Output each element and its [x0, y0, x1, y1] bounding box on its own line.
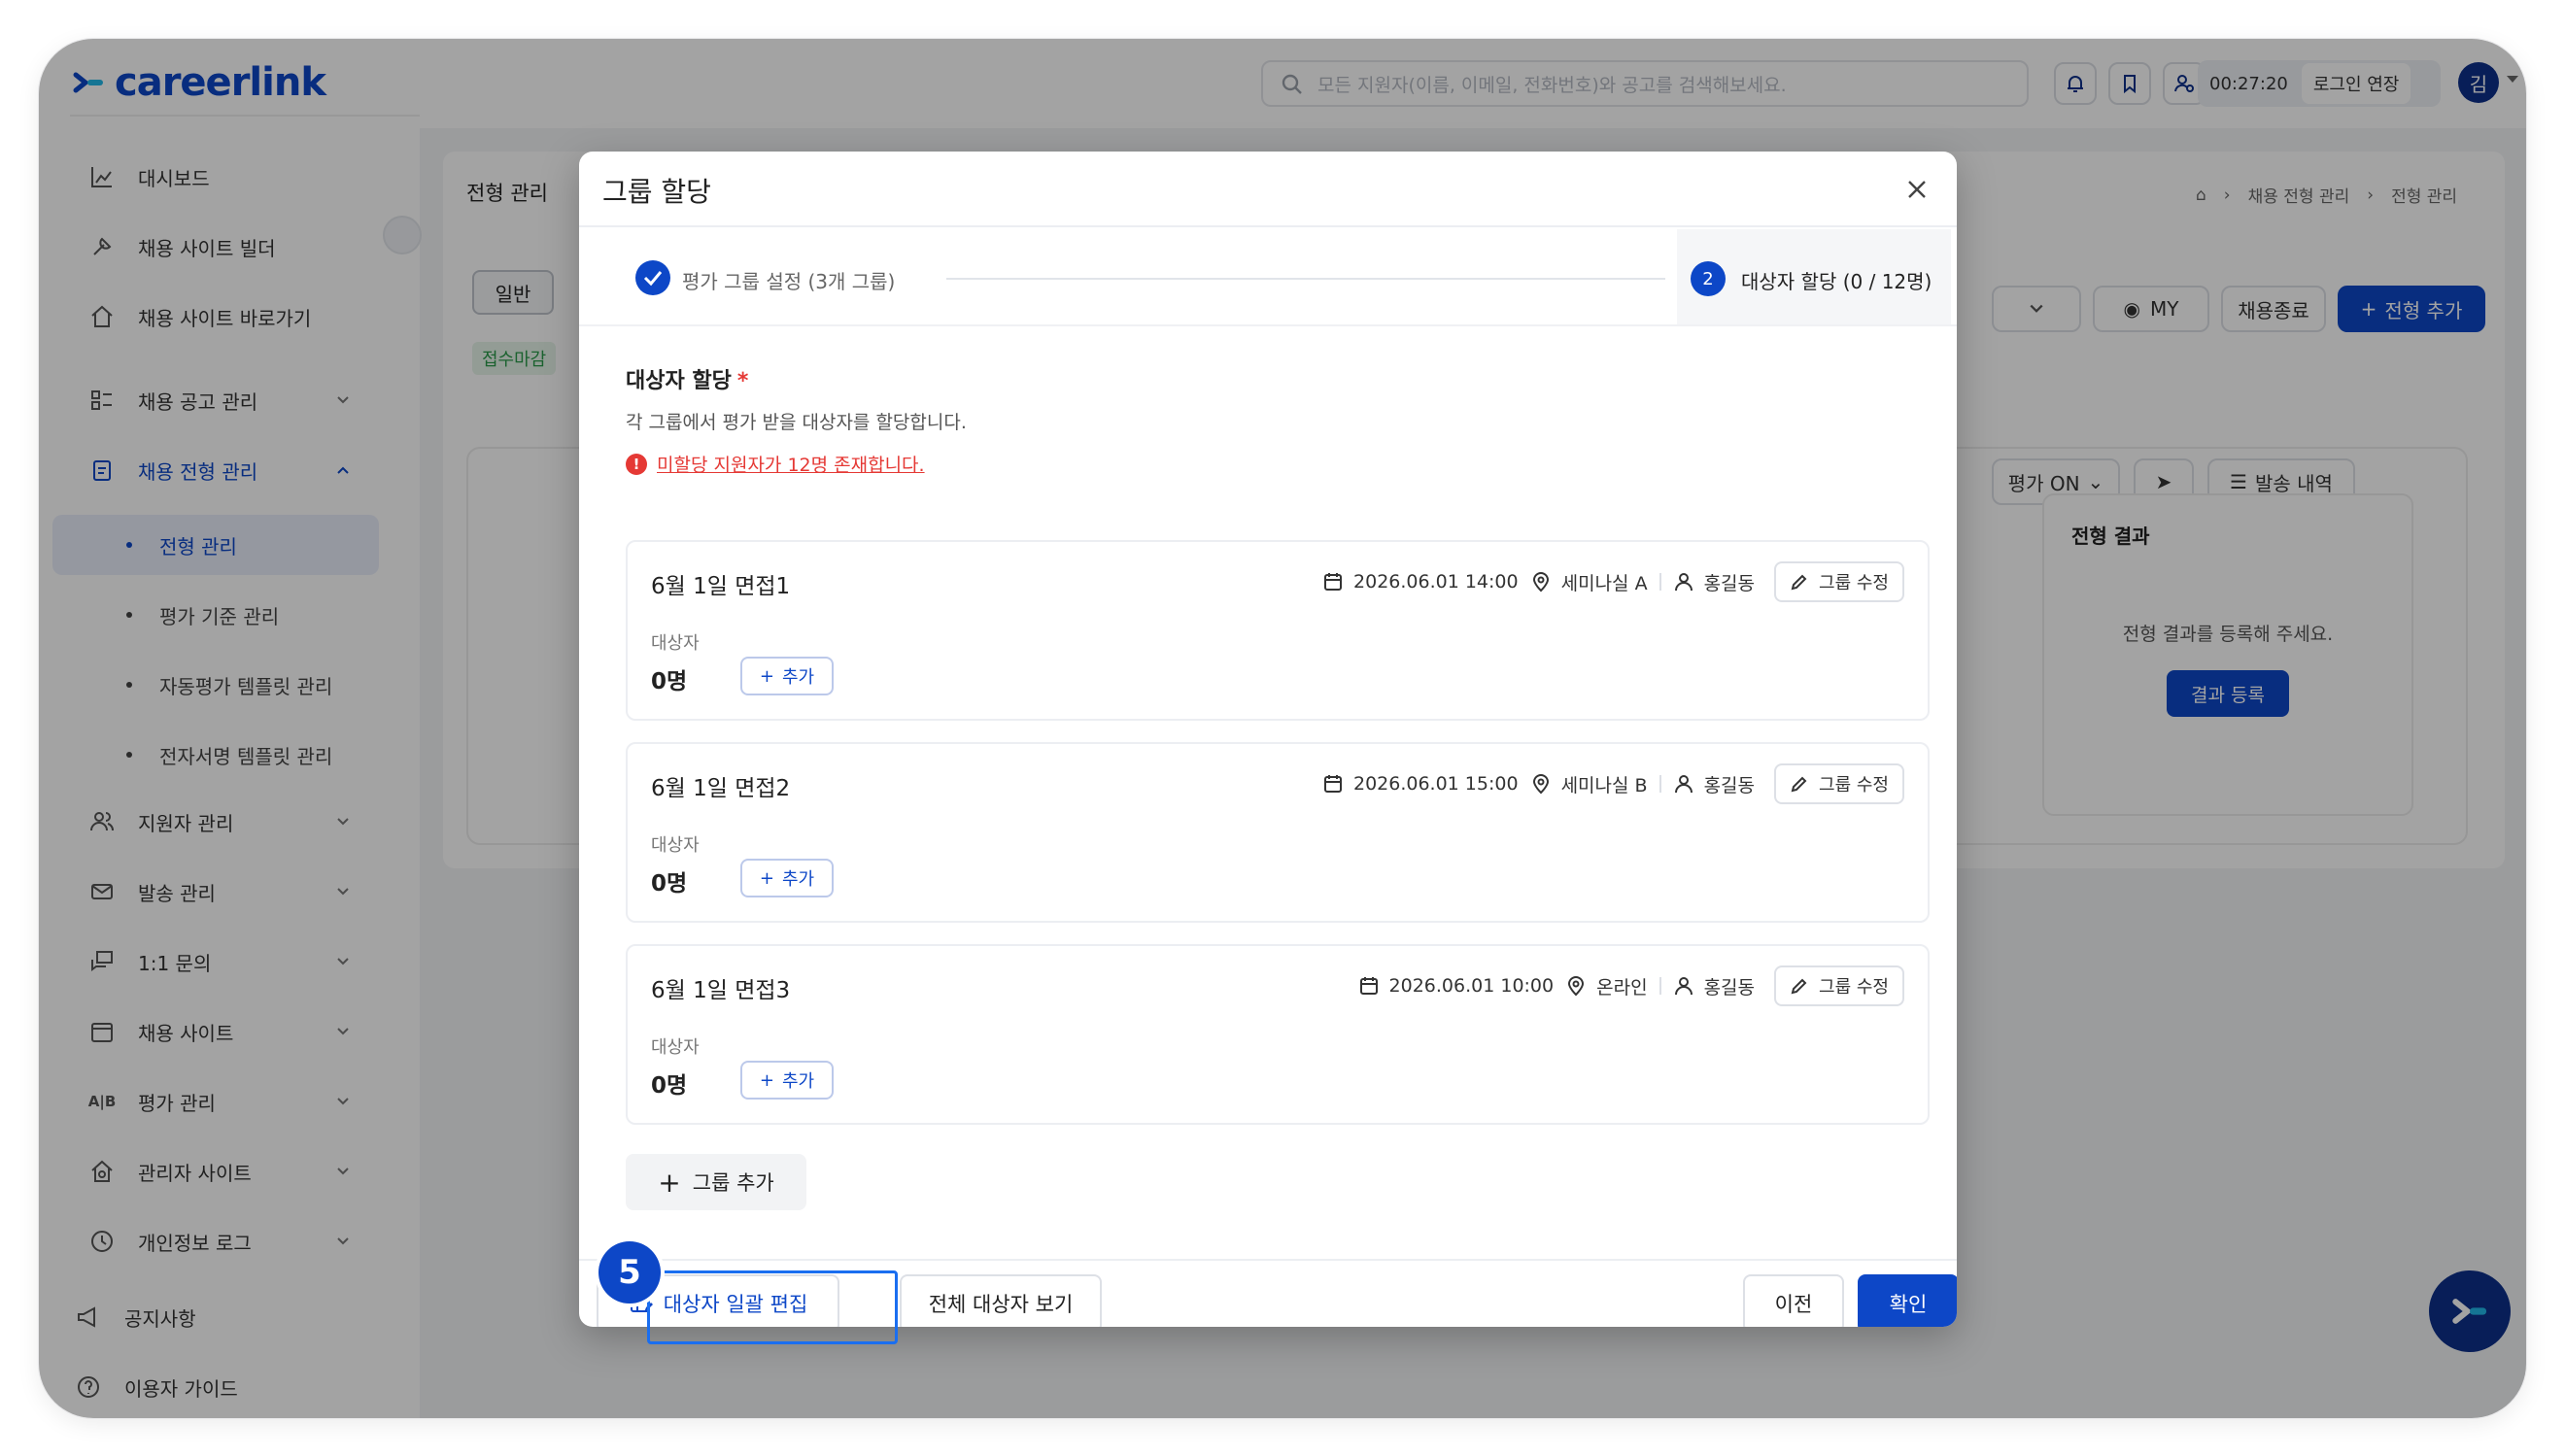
app-frame: careerlink 모든 지원자(이름, 이메일, 전화번호)와 공고를 검색… — [39, 39, 2526, 1418]
group-assign-modal: 그룹 할당 평가 그룹 설정 (3개 그룹) 2 대상자 할당 (0 / 12명… — [579, 152, 1957, 1327]
location-icon — [1532, 774, 1549, 795]
divider — [1659, 977, 1661, 995]
group-person: 홍길동 — [1703, 774, 1756, 796]
group-place: 온라인 — [1596, 976, 1648, 999]
divider — [1659, 775, 1661, 793]
location-icon — [1532, 572, 1549, 593]
add-assignee-label: 추가 — [781, 667, 815, 688]
edit-group-label: 그룹 수정 — [1819, 573, 1889, 593]
calendar-icon — [1359, 977, 1378, 995]
section-title: 대상자 할당 * — [626, 363, 748, 394]
divider — [1659, 573, 1661, 591]
assignee-label: 대상자 — [651, 1037, 700, 1058]
group-meta: 2026.06.01 15:00 세미나실 B 홍길동 그룹 수정 — [1322, 763, 1904, 804]
calendar-icon — [1324, 573, 1343, 591]
group-datetime: 2026.06.01 14:00 — [1353, 571, 1519, 593]
plus-icon: + — [759, 867, 774, 889]
edit-group-button[interactable]: 그룹 수정 — [1774, 561, 1904, 602]
plus-icon: + — [759, 665, 774, 687]
person-icon — [1674, 977, 1693, 996]
prev-button[interactable]: 이전 — [1743, 1274, 1844, 1327]
group-card: 6월 1일 면접3 2026.06.01 10:00 온라인 홍길동 그룹 수정… — [626, 944, 1930, 1125]
pencil-icon — [1791, 574, 1807, 591]
plus-icon: + — [759, 1069, 774, 1091]
group-meta: 2026.06.01 10:00 온라인 홍길동 그룹 수정 — [1358, 965, 1904, 1006]
group-name: 6월 1일 면접3 — [651, 978, 791, 1003]
group-datetime: 2026.06.01 15:00 — [1352, 773, 1519, 795]
edit-group-label: 그룹 수정 — [1819, 977, 1889, 998]
add-group-label: 그룹 추가 — [692, 1171, 774, 1195]
add-assignee-button[interactable]: + 추가 — [740, 657, 834, 695]
app-window: careerlink 모든 지원자(이름, 이메일, 전화번호)와 공고를 검색… — [39, 39, 2526, 1418]
group-person: 홍길동 — [1703, 572, 1756, 594]
pencil-icon — [1791, 978, 1807, 995]
assignee-count: 0명 — [651, 871, 688, 897]
alert-icon: ! — [626, 453, 647, 475]
plus-icon: + — [658, 1166, 681, 1199]
group-place: 세미나실 A — [1560, 572, 1648, 594]
person-icon — [1674, 573, 1693, 592]
add-group-button[interactable]: + 그룹 추가 — [626, 1154, 806, 1210]
group-card: 6월 1일 면접1 2026.06.01 14:00 세미나실 A 홍길동 그룹… — [626, 540, 1930, 721]
assignee-count: 0명 — [651, 669, 688, 694]
location-icon — [1568, 976, 1585, 997]
close-icon[interactable] — [1902, 175, 1932, 204]
step-2-label[interactable]: 대상자 할당 (0 / 12명) — [1741, 266, 1932, 294]
add-assignee-button[interactable]: + 추가 — [740, 1061, 834, 1100]
check-icon — [635, 260, 670, 295]
group-person: 홍길동 — [1703, 976, 1756, 999]
add-assignee-label: 추가 — [781, 869, 815, 890]
view-all-button[interactable]: 전체 대상자 보기 — [900, 1274, 1102, 1327]
add-assignee-button[interactable]: + 추가 — [740, 859, 834, 897]
assignee-count: 0명 — [651, 1073, 688, 1099]
edit-group-button[interactable]: 그룹 수정 — [1774, 763, 1904, 804]
group-datetime: 2026.06.01 10:00 — [1388, 975, 1555, 997]
edit-group-label: 그룹 수정 — [1819, 775, 1889, 796]
step-2-number: 2 — [1691, 261, 1726, 296]
tutorial-highlight — [647, 1270, 898, 1344]
add-assignee-label: 추가 — [781, 1071, 815, 1092]
step-1-label[interactable]: 평가 그룹 설정 (3개 그룹) — [682, 266, 895, 294]
modal-title: 그룹 할당 — [602, 176, 711, 208]
stepper: 평가 그룹 설정 (3개 그룹) 2 대상자 할당 (0 / 12명) — [579, 229, 1957, 326]
confirm-button[interactable]: 확인 — [1858, 1274, 1957, 1327]
tutorial-step-badge: 5 — [598, 1241, 661, 1304]
assignee-label: 대상자 — [651, 633, 700, 654]
group-card: 6월 1일 면접2 2026.06.01 15:00 세미나실 B 홍길동 그룹… — [626, 742, 1930, 923]
group-place: 세미나실 B — [1560, 774, 1648, 796]
warning-text: 미할당 지원자가 12명 존재합니다. — [657, 455, 925, 476]
group-name: 6월 1일 면접2 — [651, 776, 791, 801]
section-description: 각 그룹에서 평가 받을 대상자를 할당합니다. — [626, 412, 967, 433]
group-meta: 2026.06.01 14:00 세미나실 A 홍길동 그룹 수정 — [1322, 561, 1904, 602]
group-name: 6월 1일 면접1 — [651, 574, 791, 599]
person-icon — [1674, 775, 1693, 794]
section-title-text: 대상자 할당 — [626, 369, 732, 393]
calendar-icon — [1323, 775, 1342, 793]
modal-header: 그룹 할당 — [579, 152, 1957, 227]
required-mark: * — [736, 369, 749, 393]
assignee-label: 대상자 — [651, 835, 700, 856]
unassigned-warning[interactable]: ! 미할당 지원자가 12명 존재합니다. — [626, 451, 925, 477]
pencil-icon — [1791, 776, 1807, 793]
step-connector — [946, 278, 1665, 280]
edit-group-button[interactable]: 그룹 수정 — [1774, 965, 1904, 1006]
